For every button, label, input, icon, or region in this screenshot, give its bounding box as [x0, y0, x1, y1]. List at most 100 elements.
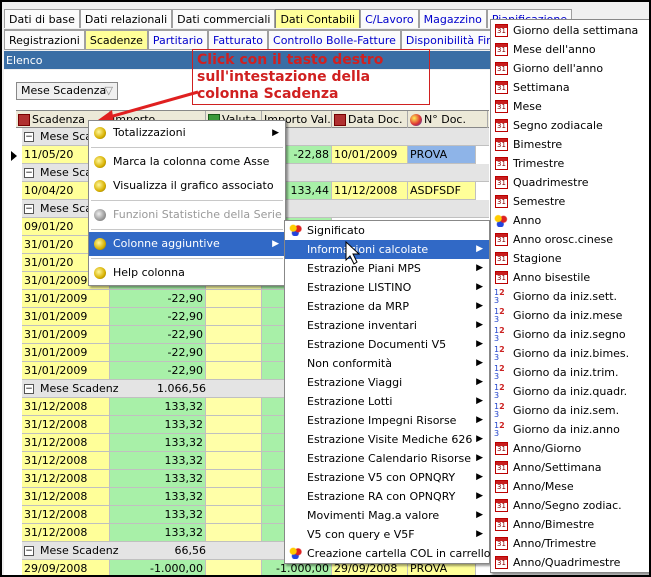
sort-icon: ▽ [104, 84, 113, 97]
menu-item-calc-25[interactable]: Anno/Segno zodiac. [491, 496, 649, 515]
menu-item-label: Giorno da iniz.quadr. [513, 385, 628, 398]
submenu-arrow-icon: ▶ [476, 377, 483, 387]
tab-magazzino[interactable]: Magazzino [418, 9, 487, 28]
tab-registrazioni[interactable]: Registrazioni [4, 30, 85, 49]
collapse-icon[interactable]: − [24, 204, 34, 214]
menu-item-label: Mese dell'anno [513, 43, 596, 56]
menu-item-calc-4[interactable]: Mese [491, 97, 649, 116]
menu-item-calc-5[interactable]: Segno zodiacale [491, 116, 649, 135]
collapse-icon[interactable]: − [24, 546, 34, 556]
menu-item-informazioni-calcolate[interactable]: Informazioni calcolate ▶ [285, 240, 489, 259]
menu-item-calc-22[interactable]: Anno/Giorno [491, 439, 649, 458]
number-icon: 12 3 [494, 364, 505, 381]
menu-item-label: Giorno da iniz.mese [513, 309, 623, 322]
menu-item-calc-11[interactable]: Anno orosc.cinese [491, 230, 649, 249]
column-header-data-doc[interactable]: Data Doc. [332, 111, 408, 128]
menu-item-calc-8[interactable]: Quadrimestre [491, 173, 649, 192]
menu-item-ra-opnqry[interactable]: Estrazione RA con OPNQRY ▶ [285, 487, 489, 506]
menu-item-calc-2[interactable]: Giorno dell'anno [491, 59, 649, 78]
menu-item-inventari[interactable]: Estrazione inventari ▶ [285, 316, 489, 335]
calendar-icon [495, 176, 508, 189]
menu-item-marca-asse[interactable]: Marca la colonna come Asse [89, 150, 285, 174]
menu-item-calc-0[interactable]: Giorno della settimana [491, 21, 649, 40]
calendar-icon [495, 442, 508, 455]
menu-item-calc-19[interactable]: 12 3 Giorno da iniz.quadr. [491, 382, 649, 401]
menu-item-calc-7[interactable]: Trimestre [491, 154, 649, 173]
menu-item-calc-3[interactable]: Settimana [491, 78, 649, 97]
group-by-mese-scadenza[interactable]: Mese Scadenza ▽ [16, 82, 118, 100]
menu-item-visite-mediche[interactable]: Estrazione Visite Mediche 626 ▶ [285, 430, 489, 449]
tab-dati-contabili[interactable]: Dati Contabili [275, 9, 361, 28]
number-icon: 12 3 [494, 402, 505, 419]
menu-item-listino[interactable]: Estrazione LISTINO ▶ [285, 278, 489, 297]
application-window: Dati di base Dati relazionali Dati comme… [0, 0, 651, 577]
menu-bullet-icon [94, 209, 106, 221]
menu-item-calc-10[interactable]: Anno [491, 211, 649, 230]
menu-item-funzioni-statistiche[interactable]: Funzioni Statistiche della Serie [89, 203, 285, 227]
menu-item-calc-24[interactable]: Anno/Mese [491, 477, 649, 496]
menu-item-calc-18[interactable]: 12 3 Giorno da iniz.trim. [491, 363, 649, 382]
calendar-icon [495, 480, 508, 493]
menu-item-non-conformita[interactable]: Non conformità ▶ [285, 354, 489, 373]
menu-item-calc-27[interactable]: Anno/Trimestre [491, 534, 649, 553]
balls-icon [289, 224, 303, 236]
tab-controllo-bolle-fatture[interactable]: Controllo Bolle-Fatture [268, 30, 401, 49]
menu-item-calendario-risorse[interactable]: Estrazione Calendario Risorse ▶ [285, 449, 489, 468]
menu-item-cartella-col[interactable]: Creazione cartella COL in carrello [285, 544, 491, 563]
menu-item-calc-6[interactable]: Bimestre [491, 135, 649, 154]
tab-partitario[interactable]: Partitario [147, 30, 209, 49]
tab-c-lavoro[interactable]: C/Lavoro [360, 9, 419, 28]
menu-item-label: Giorno da iniz.bimes. [513, 347, 630, 360]
menu-item-calc-15[interactable]: 12 3 Giorno da iniz.mese [491, 306, 649, 325]
menu-item-visualizza-grafico[interactable]: Visualizza il grafico associato [89, 174, 285, 198]
tab-dati-di-base[interactable]: Dati di base [4, 9, 80, 28]
menu-item-calc-17[interactable]: 12 3 Giorno da iniz.bimes. [491, 344, 649, 363]
menu-item-colonne-aggiuntive[interactable]: Colonne aggiuntive ▶ [89, 232, 285, 256]
menu-item-label: Anno/Giorno [513, 442, 582, 455]
calendar-icon [495, 119, 508, 132]
menu-item-label: Segno zodiacale [513, 119, 603, 132]
menu-item-label: Giorno da iniz.anno [513, 423, 620, 436]
menu-item-significato[interactable]: Significato [285, 221, 489, 240]
menu-item-calc-21[interactable]: 12 3 Giorno da iniz.anno [491, 420, 649, 439]
menu-item-calc-1[interactable]: Mese dell'anno [491, 40, 649, 59]
menu-item-piani-mps[interactable]: Estrazione Piani MPS ▶ [285, 259, 489, 278]
menu-item-calc-14[interactable]: 12 3 Giorno da iniz.sett. [491, 287, 649, 306]
tab-scadenze[interactable]: Scadenze [84, 30, 148, 49]
menu-item-viaggi[interactable]: Estrazione Viaggi ▶ [285, 373, 489, 392]
collapse-icon[interactable]: − [24, 168, 34, 178]
menu-item-documenti-v5[interactable]: Estrazione Documenti V5 ▶ [285, 335, 489, 354]
menu-item-movimenti-mag[interactable]: Movimenti Mag.a valore ▶ [285, 506, 489, 525]
group-total: 1.066,56 [157, 382, 206, 395]
submenu-arrow-icon: ▶ [476, 244, 483, 254]
menu-item-calc-28[interactable]: Anno/Quadrimestre [491, 553, 649, 572]
menu-item-v5-opnqry[interactable]: Estrazione V5 con OPNQRY ▶ [285, 468, 489, 487]
tab-dati-relazionali[interactable]: Dati relazionali [79, 9, 173, 28]
menu-item-totalizzazioni[interactable]: Totalizzazioni ▶ [89, 121, 285, 145]
menu-item-calc-13[interactable]: Anno bisestile [491, 268, 649, 287]
tab-fatturato[interactable]: Fatturato [208, 30, 269, 49]
menu-bullet-icon [94, 180, 106, 192]
menu-item-calc-12[interactable]: Stagione [491, 249, 649, 268]
tab-dati-commerciali[interactable]: Dati commerciali [172, 9, 276, 28]
column-header-n-doc[interactable]: N° Doc. [408, 111, 488, 128]
elenco-label: Elenco [6, 54, 43, 67]
menu-bullet-icon [94, 238, 106, 250]
menu-item-calc-16[interactable]: 12 3 Giorno da iniz.segno [491, 325, 649, 344]
calendar-icon [495, 138, 508, 151]
menu-item-v5-query[interactable]: V5 con query e V5F ▶ [285, 525, 489, 544]
menu-item-calc-9[interactable]: Semestre [491, 192, 649, 211]
menu-item-label: Stagione [513, 252, 562, 265]
collapse-icon[interactable]: − [24, 384, 34, 394]
menu-item-help-colonna[interactable]: Help colonna [89, 261, 285, 285]
menu-item-mrp[interactable]: Estrazione da MRP ▶ [285, 297, 489, 316]
collapse-icon[interactable]: − [24, 132, 34, 142]
menu-item-calc-20[interactable]: 12 3 Giorno da iniz.sem. [491, 401, 649, 420]
menu-item-label: Anno/Trimestre [513, 537, 597, 550]
calendar-icon [18, 113, 30, 126]
menu-item-calc-23[interactable]: Anno/Settimana [491, 458, 649, 477]
menu-item-lotti[interactable]: Estrazione Lotti ▶ [285, 392, 489, 411]
menu-item-calc-26[interactable]: Anno/Bimestre [491, 515, 649, 534]
group-total: 66,56 [174, 544, 207, 557]
menu-item-impegni-risorse[interactable]: Estrazione Impegni Risorse ▶ [285, 411, 489, 430]
